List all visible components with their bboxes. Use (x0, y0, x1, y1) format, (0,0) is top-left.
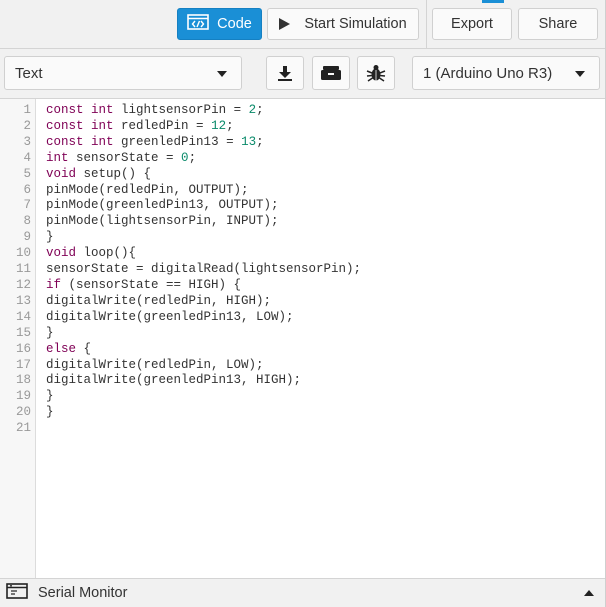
line-number: 3 (23, 134, 31, 149)
share-button[interactable]: Share (518, 8, 598, 40)
play-icon (279, 18, 291, 30)
serial-monitor-label: Serial Monitor (38, 585, 128, 601)
editor-mode-value: Text (15, 64, 43, 82)
line-number: 2 (23, 118, 31, 133)
share-label: Share (538, 16, 578, 32)
line-number: 15 (15, 325, 31, 340)
code-line[interactable]: const int greenledPin13 = 13; (46, 135, 361, 151)
serial-monitor-bar[interactable]: Serial Monitor (0, 578, 606, 607)
code-line[interactable]: pinMode(lightsensorPin, INPUT); (46, 214, 361, 230)
line-number: 16 (15, 341, 31, 356)
code-line[interactable]: } (46, 326, 361, 342)
code-line[interactable]: int sensorState = 0; (46, 151, 361, 167)
line-number-gutter: 1 2 3 4 5 6 7 8 9 10 11 12 13 14 15 16 17 18 19 20 21 (0, 99, 36, 578)
line-number: 8 (23, 214, 31, 229)
line-number: 1 (23, 103, 31, 117)
editor-mode-select[interactable]: Text (4, 56, 242, 90)
line-number: 13 (15, 293, 31, 308)
line-number: 11 (15, 262, 31, 277)
toolbar-divider (426, 0, 427, 49)
line-number: 10 (15, 246, 31, 261)
chevron-down-icon (217, 71, 227, 77)
start-simulation-label: Start Simulation (304, 16, 407, 32)
code-line[interactable]: digitalWrite(redledPin, HIGH); (46, 294, 361, 310)
code-line[interactable]: pinMode(greenledPin13, OUTPUT); (46, 198, 361, 214)
start-simulation-button[interactable]: Start Simulation (267, 8, 419, 40)
line-numbers: 1 2 3 4 5 6 7 8 9 10 11 12 13 14 15 16 17 18 19 20 21 (0, 103, 31, 437)
code-line[interactable]: digitalWrite(redledPin, LOW); (46, 358, 361, 374)
code-line[interactable]: else { (46, 342, 361, 358)
line-number: 20 (15, 405, 31, 420)
line-number: 5 (23, 166, 31, 181)
code-line[interactable]: const int redledPin = 12; (46, 119, 361, 135)
line-number: 7 (23, 198, 31, 213)
active-tab-indicator (482, 0, 504, 3)
code-line[interactable]: void setup() { (46, 167, 361, 183)
serial-monitor-icon (6, 583, 28, 603)
line-number: 9 (23, 230, 31, 245)
code-icon (187, 14, 209, 34)
editor-toolbar: Text 1 (Arduino Uno R3) (0, 49, 606, 99)
code-button[interactable]: Code (177, 8, 262, 40)
code-line[interactable]: void loop(){ (46, 246, 361, 262)
line-number: 18 (15, 373, 31, 388)
code-text[interactable]: const int lightsensorPin = 2; const int r… (46, 103, 361, 437)
code-line[interactable]: const int lightsensorPin = 2; (46, 103, 361, 119)
library-button[interactable] (312, 56, 350, 90)
line-number: 12 (15, 277, 31, 292)
top-toolbar: Code Start Simulation Export Share (0, 0, 606, 49)
chevron-up-icon[interactable] (584, 590, 594, 596)
code-line[interactable]: } (46, 389, 361, 405)
debug-icon (366, 65, 386, 82)
code-line[interactable]: sensorState = digitalRead(lightsensorPin… (46, 262, 361, 278)
code-line[interactable]: if (sensorState == HIGH) { (46, 278, 361, 294)
code-button-label: Code (217, 16, 252, 32)
code-line[interactable]: } (46, 230, 361, 246)
code-editor[interactable]: 1 2 3 4 5 6 7 8 9 10 11 12 13 14 15 16 17 18 19 20 21 const … (0, 99, 606, 578)
export-label: Export (451, 16, 493, 32)
code-line[interactable] (46, 421, 361, 437)
debugger-button[interactable] (357, 56, 395, 90)
line-number: 6 (23, 182, 31, 197)
download-icon (278, 66, 292, 81)
code-line[interactable]: } (46, 405, 361, 421)
library-icon (321, 66, 341, 80)
line-number: 14 (15, 309, 31, 324)
download-button[interactable] (266, 56, 304, 90)
line-number: 19 (15, 389, 31, 404)
board-select-value: 1 (Arduino Uno R3) (423, 64, 553, 82)
export-button[interactable]: Export (432, 8, 512, 40)
line-number: 4 (23, 150, 31, 165)
line-number: 21 (15, 421, 31, 436)
code-line[interactable]: pinMode(redledPin, OUTPUT); (46, 183, 361, 199)
code-line[interactable]: digitalWrite(greenledPin13, HIGH); (46, 373, 361, 389)
code-line[interactable]: digitalWrite(greenledPin13, LOW); (46, 310, 361, 326)
line-number: 17 (15, 357, 31, 372)
chevron-down-icon (575, 71, 585, 77)
board-select[interactable]: 1 (Arduino Uno R3) (412, 56, 600, 90)
